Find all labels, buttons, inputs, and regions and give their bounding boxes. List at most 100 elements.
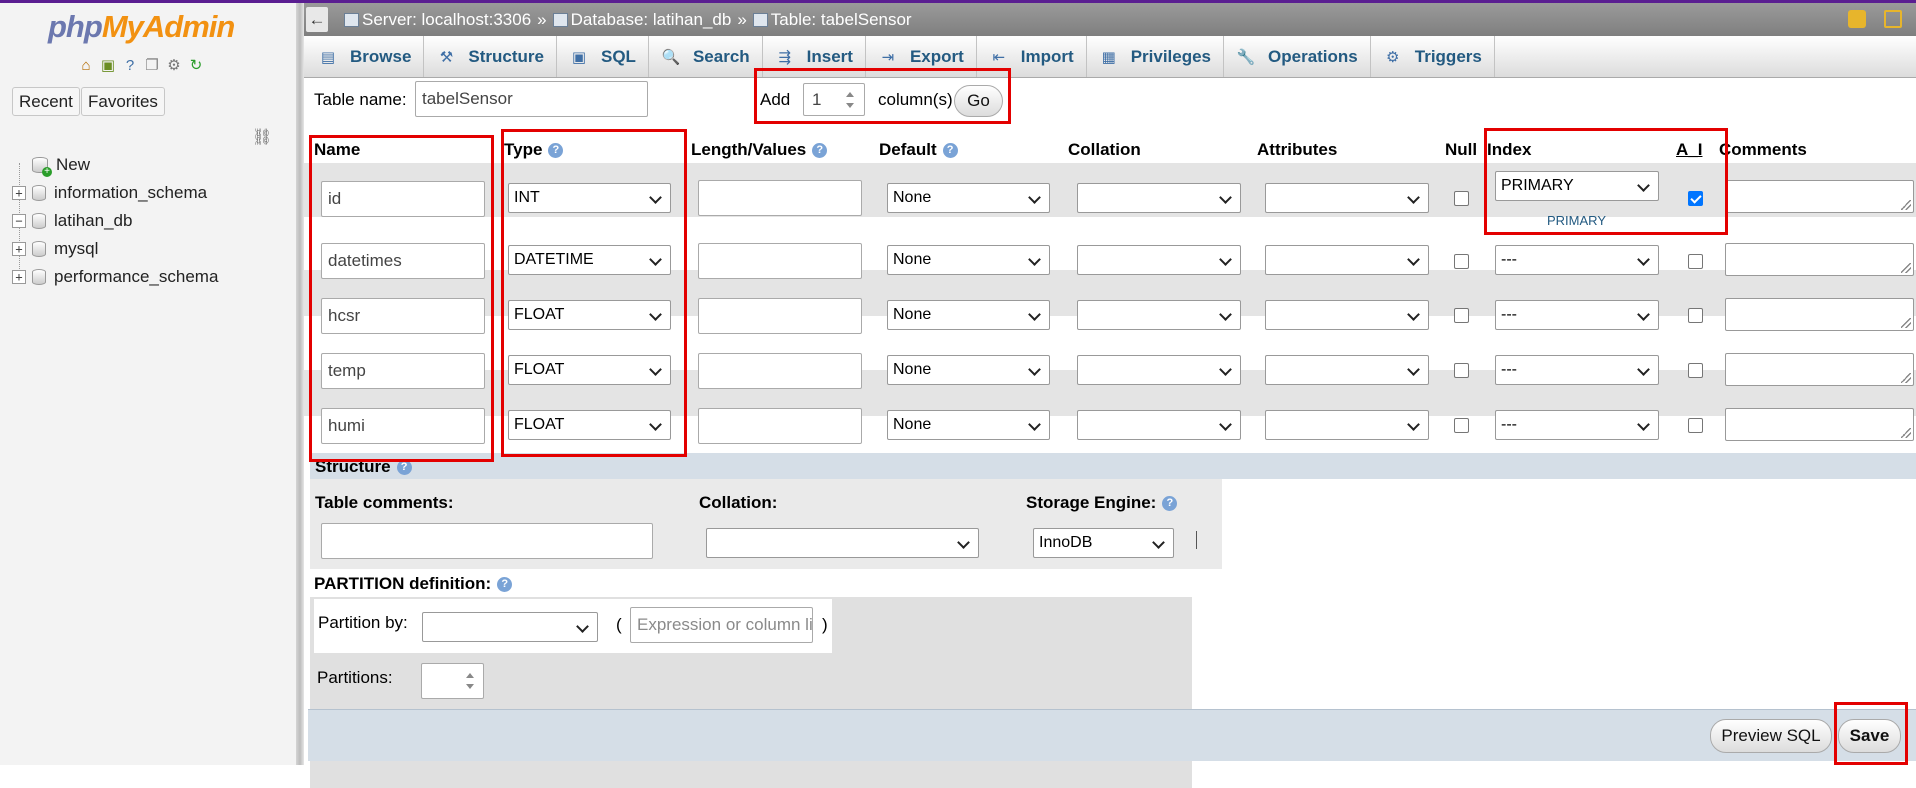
column-attributes-select[interactable] <box>1265 183 1429 213</box>
tab-operations[interactable]: 🔧 Operations <box>1224 36 1371 77</box>
column-length-input[interactable] <box>698 353 862 389</box>
column-default-select[interactable]: None <box>887 245 1050 275</box>
column-index-select[interactable]: --- <box>1495 355 1659 385</box>
column-collation-select[interactable] <box>1077 355 1241 385</box>
column-collation-select[interactable] <box>1077 245 1241 275</box>
breadcrumb-table[interactable]: Table: tabelSensor <box>771 10 912 30</box>
partition-by-select[interactable] <box>422 612 598 642</box>
index-primary-link[interactable]: PRIMARY <box>1547 213 1606 228</box>
column-comments-textarea[interactable] <box>1725 243 1914 276</box>
help-icon[interactable]: ? <box>812 143 828 159</box>
tab-insert[interactable]: ⇶ Insert <box>763 36 866 77</box>
phpmyadmin-logo[interactable]: phpMyAdmin <box>48 9 235 45</box>
tree-item-latihan-db[interactable]: − latihan_db <box>12 207 292 235</box>
tab-triggers[interactable]: ⚙ Triggers <box>1371 36 1495 77</box>
save-button[interactable]: Save <box>1838 719 1901 753</box>
table-name-input[interactable]: tabelSensor <box>415 81 648 117</box>
tab-export[interactable]: ⇥ Export <box>866 36 977 77</box>
expand-icon[interactable]: + <box>12 186 26 200</box>
logout-icon[interactable]: ▣ <box>99 56 117 74</box>
column-name-input[interactable]: datetimes <box>321 243 485 279</box>
column-collation-select[interactable] <box>1077 183 1241 213</box>
help-icon[interactable]: ? <box>396 460 412 476</box>
column-auto-increment-checkbox[interactable] <box>1688 254 1703 269</box>
tab-privileges[interactable]: ▦ Privileges <box>1087 36 1225 77</box>
column-index-select[interactable]: --- <box>1495 300 1659 330</box>
column-auto-increment-checkbox[interactable] <box>1688 418 1703 433</box>
column-type-select[interactable]: INT <box>508 183 671 213</box>
help-icon[interactable]: ? <box>121 56 139 74</box>
tree-item-performance-schema[interactable]: + performance_schema <box>12 263 292 291</box>
breadcrumb-server[interactable]: Server: localhost:3306 <box>362 10 531 30</box>
column-attributes-select[interactable] <box>1265 245 1429 275</box>
column-name-input[interactable]: humi <box>321 408 485 444</box>
column-comments-textarea[interactable] <box>1725 298 1914 331</box>
column-type-select[interactable]: FLOAT <box>508 300 671 330</box>
navigation-resize-handle[interactable] <box>296 3 304 765</box>
spinner-icon[interactable] <box>464 670 476 692</box>
tab-structure[interactable]: ⚒ Structure <box>424 36 557 77</box>
column-comments-textarea[interactable] <box>1725 180 1914 213</box>
reload-icon[interactable]: ↻ <box>187 56 205 74</box>
tree-item-mysql[interactable]: + mysql <box>12 235 292 263</box>
tree-item-new[interactable]: New <box>12 151 292 179</box>
help-icon[interactable]: ? <box>1162 496 1178 512</box>
tab-search[interactable]: 🔍 Search <box>649 36 763 77</box>
column-name-input[interactable]: hcsr <box>321 298 485 334</box>
column-auto-increment-checkbox[interactable] <box>1688 363 1703 378</box>
column-length-input[interactable] <box>698 298 862 334</box>
help-icon[interactable]: ? <box>497 577 513 593</box>
column-attributes-select[interactable] <box>1265 355 1429 385</box>
partition-expression-input[interactable]: Expression or column list <box>630 607 813 643</box>
column-attributes-select[interactable] <box>1265 410 1429 440</box>
column-null-checkbox[interactable] <box>1454 418 1469 433</box>
window-icon[interactable] <box>1884 10 1902 28</box>
storage-engine-select[interactable]: InnoDB <box>1033 528 1174 558</box>
favorites-button[interactable]: Favorites <box>81 87 165 116</box>
link-icon[interactable]: ⛓ <box>252 127 272 147</box>
column-default-select[interactable]: None <box>887 355 1050 385</box>
lock-icon[interactable] <box>1848 10 1866 28</box>
column-auto-increment-checkbox[interactable] <box>1688 191 1703 206</box>
column-type-select[interactable]: FLOAT <box>508 410 671 440</box>
column-default-select[interactable]: None <box>887 300 1050 330</box>
column-default-select[interactable]: None <box>887 183 1050 213</box>
column-collation-select[interactable] <box>1077 410 1241 440</box>
settings-icon[interactable]: ⚙ <box>165 56 183 74</box>
tree-item-information-schema[interactable]: + information_schema <box>12 179 292 207</box>
table-comments-input[interactable] <box>321 523 653 559</box>
spinner-icon[interactable] <box>844 89 856 111</box>
column-null-checkbox[interactable] <box>1454 254 1469 269</box>
preview-sql-button[interactable]: Preview SQL <box>1710 719 1832 753</box>
breadcrumb-database[interactable]: Database: latihan_db <box>571 10 732 30</box>
column-null-checkbox[interactable] <box>1454 191 1469 206</box>
tab-browse[interactable]: ▤ Browse <box>304 36 425 77</box>
column-null-checkbox[interactable] <box>1454 308 1469 323</box>
help-icon[interactable]: ? <box>548 143 564 159</box>
expand-icon[interactable]: + <box>12 270 26 284</box>
home-icon[interactable]: ⌂ <box>77 56 95 74</box>
column-index-select[interactable]: PRIMARY <box>1495 171 1659 201</box>
column-name-input[interactable]: id <box>321 181 485 217</box>
table-collation-select[interactable] <box>706 528 979 558</box>
column-collation-select[interactable] <box>1077 300 1241 330</box>
column-attributes-select[interactable] <box>1265 300 1429 330</box>
column-auto-increment-checkbox[interactable] <box>1688 308 1703 323</box>
collapse-icon[interactable]: − <box>12 214 26 228</box>
go-button[interactable]: Go <box>954 85 1003 117</box>
expand-icon[interactable]: + <box>12 242 26 256</box>
collapse-nav-arrow-icon[interactable]: ← <box>306 7 328 32</box>
column-type-select[interactable]: FLOAT <box>508 355 671 385</box>
tab-sql[interactable]: ▣ SQL <box>557 36 649 77</box>
column-length-input[interactable] <box>698 180 862 216</box>
column-length-input[interactable] <box>698 243 862 279</box>
column-index-select[interactable]: --- <box>1495 245 1659 275</box>
column-default-select[interactable]: None <box>887 410 1050 440</box>
recent-button[interactable]: Recent <box>12 87 80 116</box>
column-comments-textarea[interactable] <box>1725 408 1914 441</box>
tab-import[interactable]: ⇤ Import <box>977 36 1087 77</box>
docs-icon[interactable]: ❐ <box>143 56 161 74</box>
column-name-input[interactable]: temp <box>321 353 485 389</box>
column-index-select[interactable]: --- <box>1495 410 1659 440</box>
column-length-input[interactable] <box>698 408 862 444</box>
